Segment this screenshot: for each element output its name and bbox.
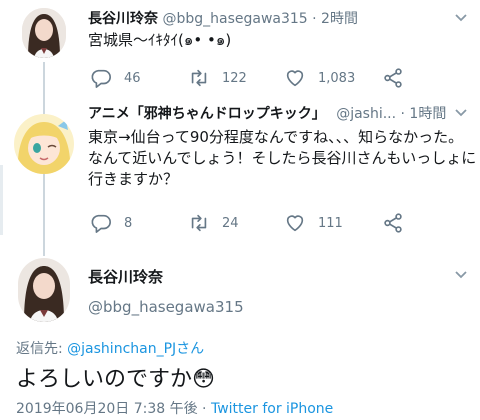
author-handle[interactable]: @bbg_hasegawa315 [88, 298, 244, 316]
avatar[interactable] [14, 114, 74, 174]
tweet-footer: 2019年06月20日 7:38 午後 · Twitter for iPhone [16, 398, 333, 418]
share-icon [384, 68, 402, 88]
like-count: 111 [318, 215, 343, 231]
tweet-text-line: 東京→仙台って90分程度なんですね、、、知らなかった。 [88, 128, 464, 146]
retweet-count: 122 [222, 70, 247, 86]
reply-count: 8 [124, 215, 133, 231]
tweet-time[interactable]: · 2時間 [312, 11, 358, 27]
retweet-count: 24 [222, 215, 239, 231]
author-name[interactable]: 長谷川玲奈 [88, 266, 163, 287]
author-name[interactable]: 長谷川玲奈 [88, 11, 158, 27]
like-button[interactable]: 111 [284, 212, 343, 234]
chevron-down-icon[interactable] [454, 270, 468, 280]
client-link[interactable]: Twitter for iPhone [211, 401, 333, 417]
avatar-image [22, 8, 66, 58]
retweet-icon [191, 214, 207, 232]
reply-mention-link[interactable]: @jashinchan_PJさん [67, 341, 204, 357]
retweet-icon [191, 69, 207, 87]
avatar[interactable] [22, 8, 66, 58]
reply-label: 返信先: [16, 341, 63, 357]
tweet-actions: 8 24 111 [0, 211, 480, 235]
reply-context: 返信先: @jashinchan_PJさん [16, 338, 204, 358]
tweet-text-line: 行きますか？ [88, 170, 179, 188]
share-button[interactable] [382, 67, 404, 89]
retweet-button[interactable]: 122 [188, 67, 247, 89]
avatar[interactable] [18, 258, 70, 322]
like-count: 1,083 [318, 70, 356, 86]
like-button[interactable]: 1,083 [284, 67, 355, 89]
reply-count: 46 [124, 70, 141, 86]
author-name[interactable]: アニメ「邪神ちゃんドロップキック」 [88, 106, 326, 122]
tweet-actions: 46 122 1,083 [0, 66, 480, 90]
tweet-header: アニメ「邪神ちゃんドロップキック」 @jashi... · 1時間 [88, 103, 446, 123]
heart-icon [286, 70, 304, 87]
share-icon [384, 213, 402, 233]
tweet-time[interactable]: · 1時間 [401, 106, 447, 122]
tweet-header: 長谷川玲奈 @bbg_hasegawa315 · 2時間 [88, 8, 358, 28]
tweet-text: よろしいのですか😳 [16, 367, 215, 392]
tweet-text-line: なんて近いんでしょう！そしたら長谷川さんもいっしょに [88, 149, 477, 167]
heart-icon [286, 215, 304, 232]
tweet-text: 宮城県〜ｲｷﾀｲ(๑• •๑) [88, 31, 232, 49]
avatar-image [14, 114, 74, 174]
author-handle[interactable]: @bbg_hasegawa315 [162, 11, 307, 27]
reply-icon [91, 69, 111, 88]
chevron-down-icon[interactable] [454, 108, 468, 118]
reply-icon [91, 214, 111, 233]
retweet-button[interactable]: 24 [188, 212, 239, 234]
reply-button[interactable]: 8 [90, 212, 132, 234]
avatar-image [18, 258, 70, 322]
tweet-text: 東京→仙台って90分程度なんですね、、、知らなかった。 なんて近いんでしょう！そ… [88, 127, 476, 190]
share-button[interactable] [382, 212, 404, 234]
reply-button[interactable]: 46 [90, 67, 141, 89]
chevron-down-icon[interactable] [454, 13, 468, 23]
author-handle[interactable]: @jashi... [336, 106, 396, 122]
tweet-timestamp[interactable]: 2019年06月20日 7:38 午後 · [16, 401, 207, 417]
